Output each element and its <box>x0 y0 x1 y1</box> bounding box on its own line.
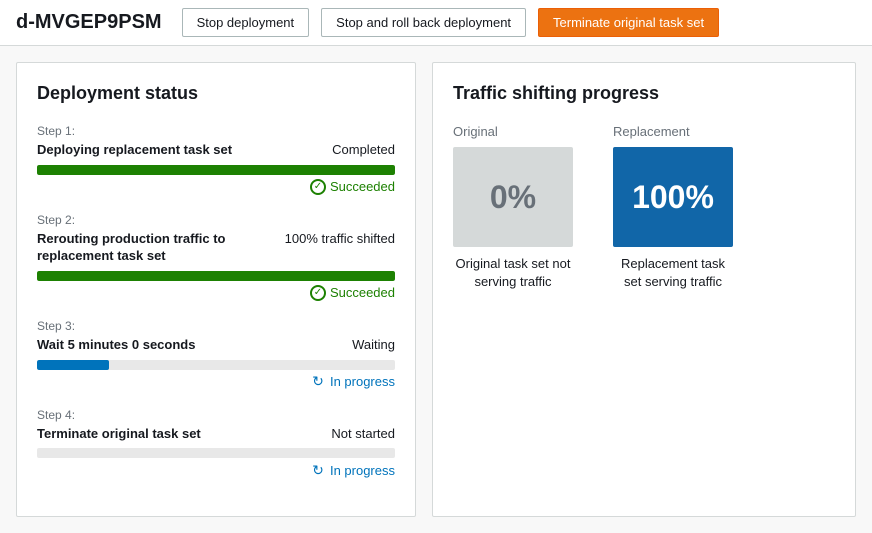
traffic-section: Original 0% Original task set not servin… <box>453 124 835 291</box>
replacement-traffic-box: 100% <box>613 147 733 247</box>
step-status-text: 100% traffic shifted <box>285 231 395 246</box>
main-content: Deployment status Step 1: Deploying repl… <box>0 46 872 533</box>
step-label: Step 1: <box>37 124 395 138</box>
check-icon: ✓ <box>310 285 326 301</box>
step-row: Rerouting production traffic to replacem… <box>37 231 395 265</box>
status-row: ↻ In progress <box>37 374 395 390</box>
original-desc: Original task set not serving traffic <box>453 255 573 291</box>
step-status-text: Waiting <box>352 337 395 352</box>
traffic-shifting-card: Traffic shifting progress Original 0% Or… <box>432 62 856 517</box>
header: d-MVGEP9PSM Stop deployment Stop and rol… <box>0 0 872 46</box>
spinner-icon: ↻ <box>310 374 326 390</box>
progress-bar-container <box>37 165 395 175</box>
step-3: Step 3: Wait 5 minutes 0 seconds Waiting… <box>37 319 395 390</box>
terminate-button[interactable]: Terminate original task set <box>538 8 719 37</box>
original-traffic-box: 0% <box>453 147 573 247</box>
original-traffic-col: Original 0% Original task set not servin… <box>453 124 573 291</box>
deployment-status-card: Deployment status Step 1: Deploying repl… <box>16 62 416 517</box>
step-name: Wait 5 minutes 0 seconds <box>37 337 340 354</box>
step-row: Deploying replacement task set Completed <box>37 142 395 159</box>
step-status-text: Not started <box>331 426 395 441</box>
step-2: Step 2: Rerouting production traffic to … <box>37 213 395 301</box>
traffic-shifting-title: Traffic shifting progress <box>453 83 835 104</box>
replacement-label: Replacement <box>613 124 690 139</box>
step-label: Step 3: <box>37 319 395 333</box>
status-row: ✓ Succeeded <box>37 285 395 301</box>
progress-bar-fill <box>37 271 395 281</box>
check-icon: ✓ <box>310 179 326 195</box>
step-result-label: ↻ In progress <box>310 462 395 478</box>
page-title: d-MVGEP9PSM <box>16 11 162 34</box>
step-label: Step 2: <box>37 213 395 227</box>
step-name: Terminate original task set <box>37 426 319 443</box>
progress-bar-fill <box>37 360 109 370</box>
stop-rollback-button[interactable]: Stop and roll back deployment <box>321 8 526 37</box>
step-result-label: ✓ Succeeded <box>310 179 395 195</box>
step-result-label: ✓ Succeeded <box>310 285 395 301</box>
replacement-traffic-col: Replacement 100% Replacement task set se… <box>613 124 733 291</box>
step-name: Rerouting production traffic to replacem… <box>37 231 273 265</box>
step-label: Step 4: <box>37 408 395 422</box>
progress-bar-container <box>37 448 395 458</box>
status-row: ↻ In progress <box>37 462 395 478</box>
step-status-text: Completed <box>332 142 395 157</box>
steps-container: Step 1: Deploying replacement task set C… <box>37 124 395 478</box>
step-4: Step 4: Terminate original task set Not … <box>37 408 395 479</box>
deployment-status-title: Deployment status <box>37 83 395 104</box>
spinner-icon: ↻ <box>310 462 326 478</box>
stop-deployment-button[interactable]: Stop deployment <box>182 8 310 37</box>
progress-bar-container <box>37 360 395 370</box>
replacement-desc: Replacement task set serving traffic <box>613 255 733 291</box>
step-1: Step 1: Deploying replacement task set C… <box>37 124 395 195</box>
step-row: Wait 5 minutes 0 seconds Waiting <box>37 337 395 354</box>
original-label: Original <box>453 124 498 139</box>
replacement-percent: 100% <box>632 179 714 216</box>
step-name: Deploying replacement task set <box>37 142 320 159</box>
original-percent: 0% <box>490 179 536 216</box>
status-row: ✓ Succeeded <box>37 179 395 195</box>
progress-bar-container <box>37 271 395 281</box>
step-row: Terminate original task set Not started <box>37 426 395 443</box>
progress-bar-fill <box>37 165 395 175</box>
step-result-label: ↻ In progress <box>310 374 395 390</box>
